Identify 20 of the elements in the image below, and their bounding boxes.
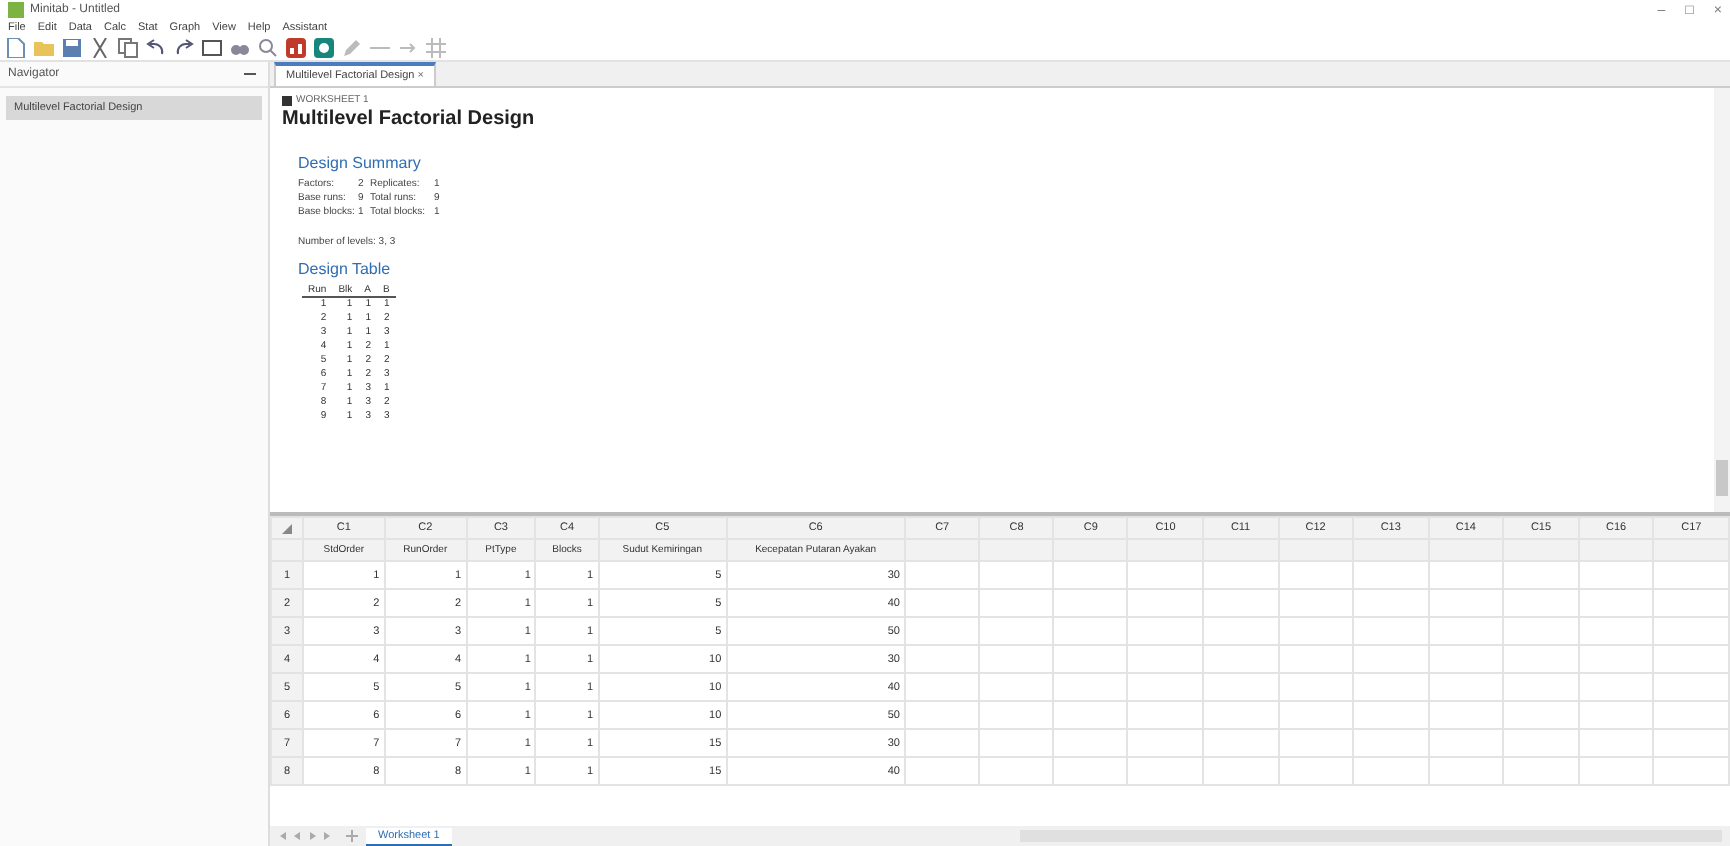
scrollbar[interactable]	[1714, 88, 1730, 512]
select-all-arrow-icon[interactable]	[282, 523, 293, 533]
pen-icon[interactable]	[342, 38, 362, 58]
cut-icon[interactable]	[90, 38, 110, 58]
redo-icon[interactable]	[174, 38, 194, 58]
chart-icon[interactable]	[286, 38, 306, 58]
copy-icon[interactable]	[118, 38, 138, 58]
chart-icon[interactable]	[314, 38, 334, 58]
window-icon[interactable]	[202, 38, 222, 58]
add-sheet-icon[interactable]	[346, 830, 358, 842]
section-heading: Design Summary	[298, 154, 423, 172]
undo-icon[interactable]	[146, 38, 166, 58]
output-title: Multilevel Factorial Design	[282, 108, 537, 130]
document-icon[interactable]	[6, 38, 26, 58]
arrow-icon[interactable]	[398, 38, 418, 58]
collapse-icon[interactable]	[244, 70, 256, 78]
zoom-icon[interactable]	[258, 38, 278, 58]
grid-icon[interactable]	[426, 38, 446, 58]
section-heading: Design Table	[298, 260, 393, 278]
sheet-icon[interactable]	[282, 95, 292, 105]
